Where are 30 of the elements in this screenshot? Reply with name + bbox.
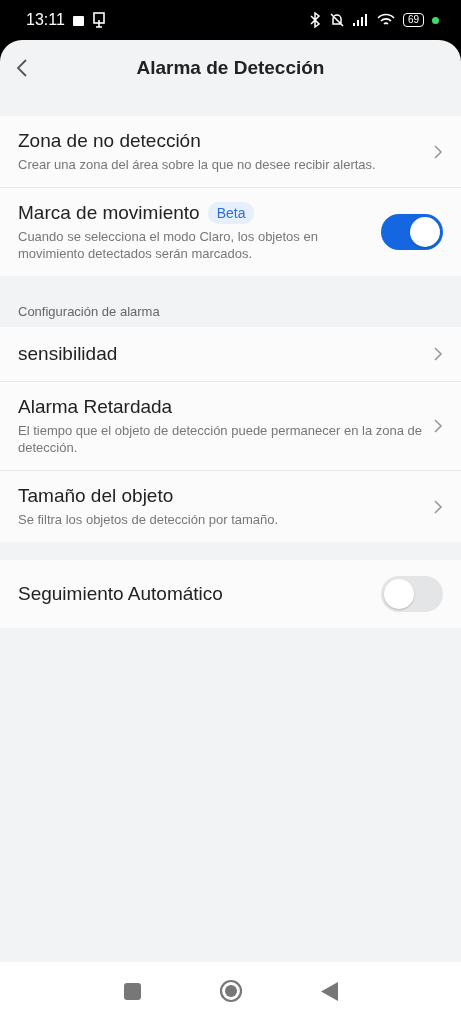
row-description: Cuando se selecciona el modo Claro, los objetos en movimiento detectados serán marcados. <box>18 228 319 262</box>
section-label: Configuración de alarma <box>17 303 161 321</box>
recents-icon[interactable] <box>123 982 141 1000</box>
notification-icon <box>72 14 84 26</box>
privacy-dot-icon <box>432 16 439 24</box>
row-title: Seguimiento Automático <box>18 583 223 605</box>
row-title: Marca de movimiento <box>18 202 200 224</box>
row-title: Alarma Retardada <box>18 396 173 418</box>
chevron-right-icon[interactable] <box>433 346 443 362</box>
signal-icon <box>352 14 369 26</box>
battery-level: 69 <box>402 13 424 27</box>
chevron-right-icon[interactable] <box>433 143 443 160</box>
beta-badge: Beta <box>207 202 255 224</box>
muted-bell-icon <box>328 12 345 28</box>
page-title: Alarma de Detección <box>136 57 325 79</box>
toggle-switch[interactable] <box>381 214 443 250</box>
home-icon[interactable] <box>218 979 243 1003</box>
bluetooth-icon <box>308 12 321 28</box>
row-title: sensibilidad <box>18 343 118 365</box>
chevron-right-icon[interactable] <box>433 498 443 515</box>
row-description: Se filtra los objetos de detección por tamaño. <box>18 511 280 528</box>
row-description: El tiempo que el objeto de detección puede permanecer en la zona de detección. <box>18 422 423 456</box>
row-description: Crear una zona del área sobre la que no desee recibir alertas. <box>18 156 377 173</box>
wifi-icon <box>376 13 395 27</box>
toggle-switch[interactable] <box>381 576 443 612</box>
chevron-right-icon[interactable] <box>433 418 443 434</box>
status-time: 13:11 <box>26 11 65 29</box>
row-title: Zona de no detección <box>18 130 201 152</box>
back-triangle-icon[interactable] <box>320 981 338 1001</box>
row-title: Tamaño del objeto <box>18 485 174 507</box>
